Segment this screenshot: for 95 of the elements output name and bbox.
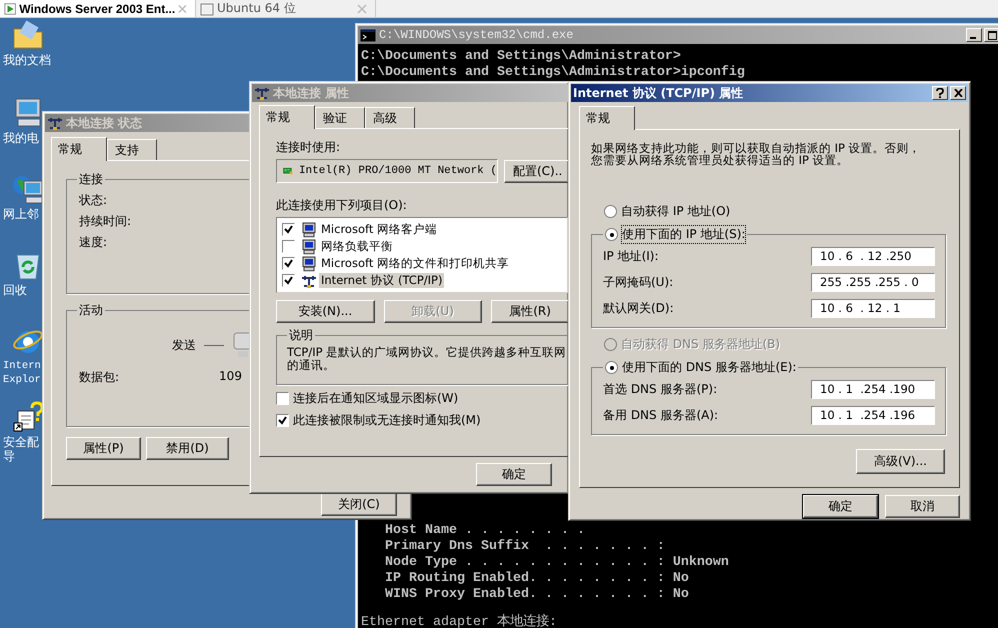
field-label: 数据包: <box>79 369 120 386</box>
icon-label[interactable]: 安全配 <box>0 435 39 449</box>
ip-address-field[interactable]: 10 . 1 .254 .190 <box>811 380 935 398</box>
radio-button[interactable] <box>605 361 618 374</box>
icon-label[interactable]: 我的文档 <box>0 53 51 67</box>
button[interactable]: 确定 <box>803 495 878 518</box>
icon-label[interactable]: 网上邻 <box>0 207 39 221</box>
window-title: C:\WINDOWS\system32\cmd.exe <box>379 28 574 42</box>
button[interactable]: 安装(N)... <box>276 300 375 323</box>
group-title: 说明 <box>288 327 314 344</box>
window-icon <box>200 2 214 16</box>
ip-address-field[interactable]: 10 . 6 . 12 . 1 <box>811 298 935 318</box>
button[interactable]: 关闭(C) <box>321 493 397 516</box>
description-text: TCP/IP 是默认的广域网协议。它提供跨越多种互联网 的通讯。 <box>287 346 566 372</box>
list-item[interactable]: 网络负载平衡 <box>319 239 395 254</box>
console-line: Host Name . . . . . . . . <box>384 523 586 539</box>
tab[interactable]: 高级 <box>365 107 415 128</box>
instruction-text: 如果网络支持此功能，则可以获取自动指派的 IP 设置。否则， 您需要从网络系统管理员处获得适当的 IP 设置。 <box>591 142 922 166</box>
vm-tab[interactable]: Windows Server 2003 Ent... <box>0 0 196 17</box>
window-title: 本地连接 状态 <box>66 114 142 132</box>
close-button[interactable] <box>950 86 966 100</box>
tab[interactable]: 常规 <box>51 137 107 161</box>
console-line: IP Routing Enabled. . . . . . . . : No <box>384 571 690 587</box>
button[interactable]: 属性(R) <box>491 300 568 323</box>
check-icon <box>284 225 293 234</box>
help-button[interactable] <box>932 86 948 100</box>
field-label: IP 地址(I): <box>603 248 659 264</box>
maximize-icon <box>988 30 996 40</box>
field-label: 发送 <box>172 336 196 354</box>
field-label: 首选 DNS 服务器(P): <box>603 380 718 398</box>
button[interactable]: 高级(V)... <box>856 449 945 474</box>
button[interactable]: 取消 <box>885 495 960 518</box>
network-icon <box>47 115 63 131</box>
play-icon <box>4 2 16 16</box>
field-label: 速度: <box>78 234 108 251</box>
tab[interactable]: 支持 <box>107 139 157 160</box>
folder-icon[interactable] <box>12 19 44 51</box>
network-icon <box>254 85 270 101</box>
computer-icon <box>301 238 317 254</box>
radio-button[interactable] <box>604 205 617 218</box>
console-line: C:\Documents and Settings\Administrator> <box>361 49 682 65</box>
icon-label[interactable]: Explor <box>0 373 41 387</box>
tab[interactable]: 常规 <box>259 105 315 129</box>
console-line: WINS Proxy Enabled. . . . . . . . : No <box>384 587 690 603</box>
radio-label[interactable]: 使用下面的 IP 地址(S): <box>622 226 746 243</box>
window-title: 本地连接 属性 <box>273 84 350 102</box>
minimize-button[interactable] <box>966 28 982 42</box>
computer-icon <box>301 222 317 238</box>
field-label: 此连接使用下列项目(O): <box>276 197 408 214</box>
icon-label[interactable]: Intern <box>0 359 41 373</box>
button[interactable]: 禁用(D) <box>146 437 229 460</box>
group-title: 连接 <box>78 171 104 188</box>
computer-icon <box>301 256 317 272</box>
adapter-name: Intel(R) PRO/1000 MT Network ( <box>298 165 497 177</box>
radio-button[interactable] <box>605 228 618 241</box>
button[interactable]: 确定 <box>476 463 552 486</box>
check-icon <box>278 416 287 425</box>
checkbox[interactable] <box>276 414 289 427</box>
ip-address-field[interactable]: 255 .255 .255 . 0 <box>811 272 935 292</box>
checkbox[interactable] <box>276 392 289 405</box>
console-line: Node Type . . . . . . . . . . . . : Unknown <box>384 555 730 571</box>
checkbox-label[interactable]: 连接后在通知区域显示图标(W) <box>293 390 458 407</box>
console-line: Ethernet adapter 本地连接: <box>361 615 558 628</box>
ip-address-field[interactable]: 10 . 1 .254 .196 <box>811 406 935 424</box>
maximize-button[interactable] <box>984 28 998 42</box>
list-item[interactable]: Microsoft 网络的文件和打印机共享 <box>319 256 511 271</box>
button[interactable]: 配置(C).. <box>504 160 568 182</box>
checkbox-label[interactable]: 此连接被限制或无连接时通知我(M) <box>293 412 481 429</box>
field-label: 持续时间: <box>78 213 132 230</box>
list-item[interactable]: Microsoft 网络客户端 <box>319 222 439 237</box>
field-label: 子网掩码(U): <box>603 274 674 290</box>
help-icon <box>936 88 944 98</box>
field-label: 默认网关(D): <box>603 300 674 316</box>
console-line: C:\Documents and Settings\Administrator>ipconfig <box>361 65 746 81</box>
globe-computer-icon[interactable] <box>12 173 44 205</box>
vm-tab[interactable]: Ubuntu 64 位 <box>196 0 376 17</box>
tab[interactable]: 验证 <box>315 107 365 128</box>
radio-label[interactable]: 使用下面的 DNS 服务器地址(E): <box>622 359 796 376</box>
console-line: Primary Dns Suffix . . . . . . . : <box>384 539 666 555</box>
button[interactable]: 属性(P) <box>66 437 141 460</box>
icon-label[interactable]: 回收 <box>0 283 27 297</box>
ip-address-field[interactable]: 10 . 6 . 12 .250 <box>811 246 935 266</box>
close-icon <box>954 89 962 97</box>
console-icon <box>360 28 376 42</box>
field-label: 状态: <box>78 192 108 209</box>
group-title: 活动 <box>78 302 104 319</box>
icon-label[interactable]: 我的电 <box>0 131 39 145</box>
radio-label[interactable]: 自动获得 IP 地址(O) <box>621 203 730 220</box>
icon-label[interactable]: 导 <box>0 449 15 463</box>
tab[interactable]: 常规 <box>579 106 635 130</box>
field-label: 连接时使用: <box>276 139 342 156</box>
field-label: 备用 DNS 服务器(A): <box>603 406 718 424</box>
window-title: Internet 协议 (TCP/IP) 属性 <box>573 84 744 102</box>
list-item[interactable]: Internet 协议 (TCP/IP) <box>319 273 444 288</box>
packet-count: 109 <box>219 369 242 385</box>
